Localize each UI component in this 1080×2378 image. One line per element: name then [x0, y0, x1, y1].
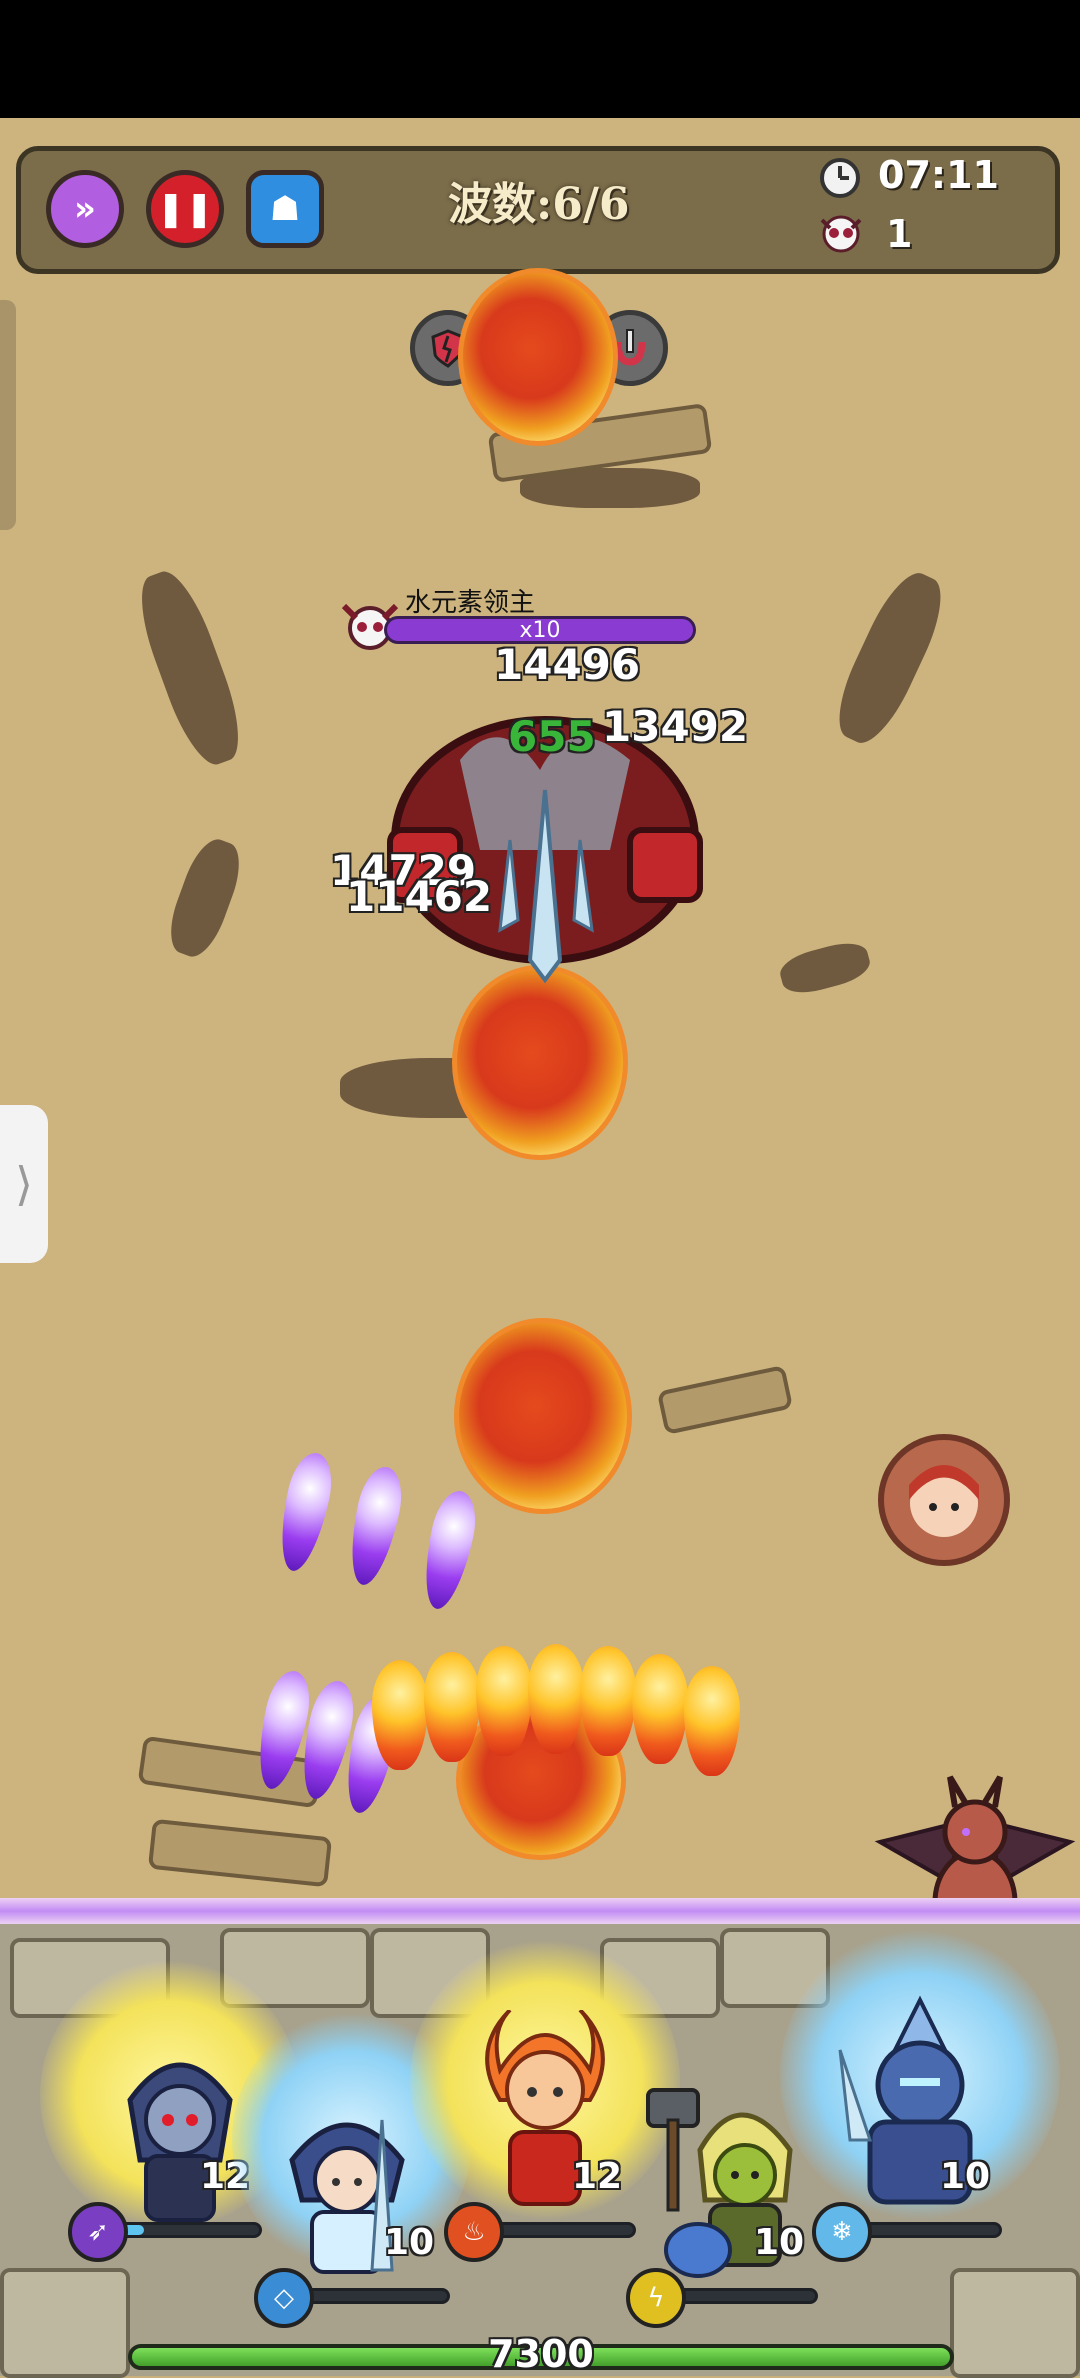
speed-up-button[interactable]: »: [46, 170, 124, 248]
status-bar: [0, 0, 1080, 118]
hero-skill-button[interactable]: ♨: [444, 2202, 504, 2262]
lightning-icon: ϟ: [647, 2283, 665, 2313]
heal-number: 655: [508, 712, 596, 761]
damage-number: 13492: [602, 702, 749, 751]
magic-barrier: [0, 1898, 1080, 1924]
damage-number: 14496: [494, 640, 641, 689]
elf-face-icon: [909, 1465, 979, 1537]
wave-counter: 波数:6/6: [448, 179, 630, 230]
rubble: [160, 833, 250, 963]
fire-icon: ♨: [462, 2217, 486, 2247]
side-panel-handle[interactable]: ⟩: [0, 1105, 48, 1263]
ice-crystal-icon: ◇: [274, 2283, 294, 2313]
rubble: [776, 937, 874, 999]
spear-icon: ➶: [87, 2217, 109, 2247]
fast-forward-icon: »: [74, 189, 96, 229]
rubble: [824, 563, 956, 753]
pause-icon: ❚❚: [156, 189, 214, 229]
hero-skill-button[interactable]: ϟ: [626, 2268, 686, 2328]
kill-count: 1: [886, 212, 913, 256]
hero-mana-bar: [300, 2288, 450, 2304]
hero-level: 10: [384, 2222, 435, 2263]
hero-mana-bar: [668, 2288, 818, 2304]
hero-level: 10: [754, 2222, 805, 2263]
hero-mana-bar: [852, 2222, 1002, 2238]
base-health-value: 7300: [488, 2332, 594, 2376]
hero-mana-bar: [486, 2222, 636, 2238]
fireball: [454, 1318, 632, 1514]
wood-plank: [147, 1818, 333, 1888]
fireball: [452, 965, 628, 1160]
skull-icon: [820, 215, 862, 253]
timer: 07:11: [878, 153, 999, 197]
hero-mana-bar: [112, 2222, 262, 2238]
elf-enemy-portrait[interactable]: [878, 1434, 1010, 1566]
hero-level: 10: [940, 2156, 991, 2197]
frost-icon: ❄: [831, 2217, 853, 2247]
chevron-right-icon: ⟩: [15, 1157, 33, 1211]
damage-number: 11462: [346, 872, 493, 921]
hero-skill-button[interactable]: ◇: [254, 2268, 314, 2328]
hooded-figure-icon: ☗: [269, 189, 301, 229]
pause-button[interactable]: ❚❚: [146, 170, 224, 248]
fireball: [458, 268, 618, 446]
character-button[interactable]: ☗: [246, 170, 324, 248]
boss-name: 水元素领主: [405, 588, 536, 618]
hero-skill-button[interactable]: ❄: [812, 2202, 872, 2262]
rubble: [127, 563, 253, 773]
left-edge-tab: [0, 300, 16, 530]
hero-skill-button[interactable]: ➶: [68, 2202, 128, 2262]
wood-plank: [656, 1364, 794, 1436]
hero-level: 12: [572, 2156, 623, 2197]
clock-icon: [820, 158, 860, 198]
